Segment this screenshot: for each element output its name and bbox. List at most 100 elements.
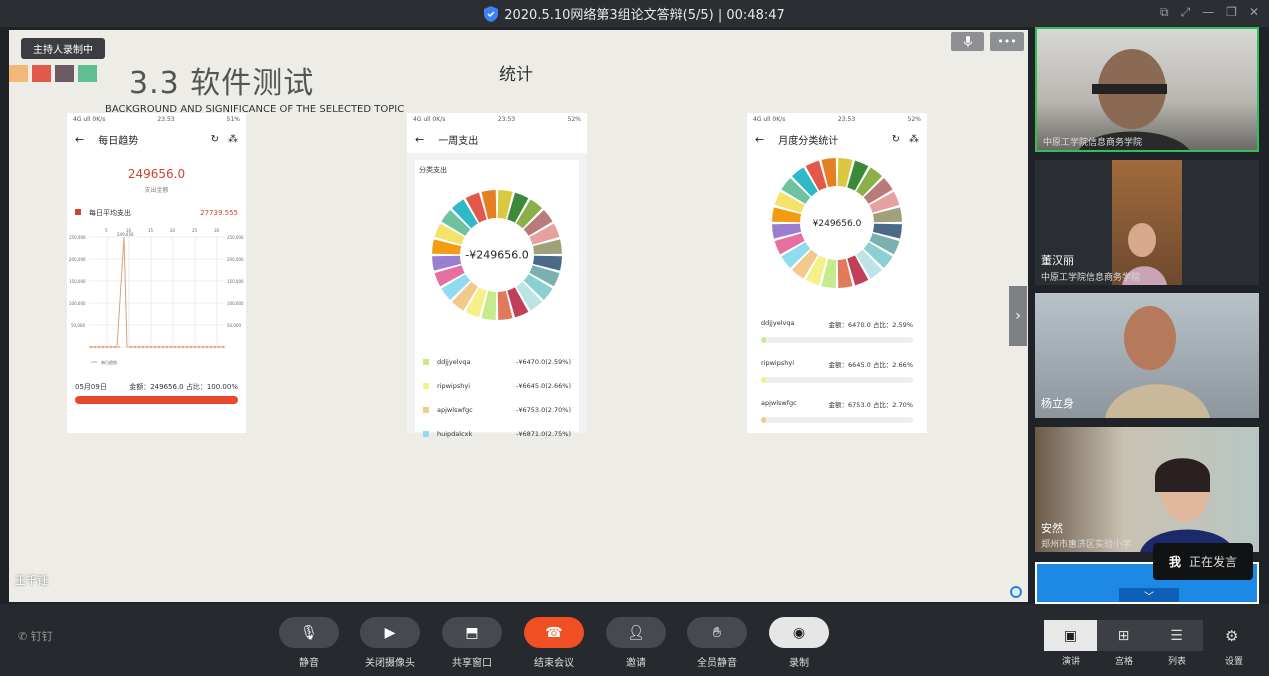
category-card: 分类支出 -¥249656.0 ddjjyelvqa -¥6470.0(2.59%… [415, 160, 579, 438]
status-battery: 51% [226, 116, 240, 123]
brand-name: 钉钉 [30, 630, 53, 643]
category-bar [761, 337, 913, 343]
trend-chart: 5 10 15 20 25 30 250,000200,000150,000100,000… [69, 228, 244, 365]
mute-all-icon: ✋︎ [713, 624, 721, 641]
app-title: 月度分类统计 [778, 136, 839, 147]
speaking-indicator: 我正在发言 [1153, 543, 1253, 580]
record-button[interactable]: ◉ 录制 [769, 617, 829, 669]
share-window-button[interactable]: ⬒ 共享窗口 [442, 617, 502, 669]
restore-icon[interactable]: ❐ [1226, 5, 1237, 20]
grid-view-icon: ⊞ [1117, 627, 1130, 644]
speaker-view-label: 演讲 [1062, 657, 1081, 667]
category-row: ripwipshyi 金额：6645.0 占比：2.66% [747, 357, 927, 397]
speaker-view-button[interactable]: ▣ [1044, 620, 1097, 651]
participant-tile[interactable]: 杨立身 [1035, 293, 1259, 418]
donut-center-label: -¥249656.0 [465, 249, 528, 262]
legend-swatch [423, 407, 429, 413]
legend-name: ddjjyelvqa [437, 358, 471, 366]
speaker-name: 我 [1168, 555, 1181, 569]
back-arrow-icon: ← [415, 133, 425, 146]
mute-button[interactable]: 🎙︎ 静音 [279, 617, 339, 669]
participant-video [1140, 458, 1235, 552]
status-time: 23:53 [497, 116, 516, 123]
mute-all-button[interactable]: ✋︎ 全员静音 [687, 617, 747, 669]
donut-chart: -¥249656.0 [432, 190, 562, 320]
grid-view-button[interactable]: ⊞ [1097, 620, 1150, 651]
shield-icon [484, 5, 499, 22]
legend-value: -¥6871.0(2.75%) [516, 430, 571, 438]
participant-tile[interactable]: 董汉丽 中原工学院信息商务学院 [1035, 160, 1259, 285]
record-icon: ◉ [792, 624, 806, 641]
stage-mic-button[interactable] [951, 32, 984, 51]
participant-tile[interactable]: 中原工学院信息商务学院 [1035, 27, 1259, 152]
legend-swatch [423, 431, 429, 437]
mute-all-label: 全员静音 [697, 658, 737, 669]
popout-icon[interactable]: ⧉ [1160, 5, 1169, 20]
fullscreen-icon[interactable]: ⤢ [1181, 5, 1191, 20]
close-icon[interactable]: ✕ [1249, 5, 1259, 20]
participant-figure [1122, 223, 1167, 285]
category-list: ddjjyelvqa 金额：6470.0 占比：2.59% ripwipshyi 金… [747, 317, 927, 437]
chat-icon[interactable] [1010, 586, 1022, 598]
status-time: 23:53 [157, 116, 175, 123]
app-bar: ← 每日趋势 ↻ ⁂ [67, 126, 246, 153]
settings-icon[interactable]: ⚙ [1225, 627, 1238, 645]
refresh-icon: ↻ [210, 134, 219, 145]
swatch-4 [78, 65, 97, 82]
app-title: 一周支出 [438, 136, 479, 147]
legend-value: -¥6753.0(2.70%) [516, 406, 571, 414]
minimize-icon[interactable]: — [1202, 5, 1214, 20]
bubbles-icon: ⁂ [228, 134, 238, 145]
legend-item: huipdalcxk -¥6871.0(2.75%) [415, 422, 579, 446]
category-name: apjwlswfgc [761, 399, 797, 407]
svg-text:100,000: 100,000 [69, 301, 86, 306]
end-meeting-button[interactable]: ☎︎ 结束会议 [524, 617, 584, 669]
window-title: 2020.5.10网络第3组论文答辩(5/5) | 00:48:47 [504, 8, 785, 23]
phone-status-bar: 4G ull 0K/s 23:53 52% [407, 113, 587, 126]
progress-bar [75, 396, 238, 404]
back-arrow-icon: ← [755, 133, 765, 146]
participant-tile[interactable]: 安然 郑州市惠济区实验小学 [1035, 427, 1259, 552]
participant-name: 安然 [1041, 522, 1063, 535]
app-bar: ← 月度分类统计 ↻ ⁂ [747, 126, 927, 153]
brand-logo: ✆ 钉钉 [18, 630, 53, 643]
mute-label: 静音 [299, 658, 319, 669]
legend-value: -¥6470.0(2.59%) [516, 358, 571, 366]
category-bar [761, 377, 913, 383]
svg-text:200,000: 200,000 [227, 257, 244, 262]
phone-status-bar: 4G ull 0K/s 23:53 52% [747, 113, 927, 126]
total-label: 支出金额 [144, 187, 169, 194]
collapse-chevron-icon[interactable]: ﹀ [1119, 588, 1179, 602]
swatch-3 [55, 65, 74, 82]
end-label: 结束会议 [534, 658, 574, 669]
stage-more-button[interactable]: ••• [990, 32, 1024, 51]
invite-button[interactable]: 👤︎ 邀请 [606, 617, 666, 669]
share-label: 共享窗口 [452, 658, 492, 669]
list-view-icon: ☰ [1170, 627, 1183, 644]
bubbles-icon: ⁂ [909, 134, 919, 145]
category-bar-fill [761, 417, 766, 423]
phone-daily-trend: 4G ull 0K/s 23:53 51% ← 每日趋势 ↻ ⁂ 249656.0 支出金… [67, 113, 246, 433]
legend-list: ddjjyelvqa -¥6470.0(2.59%) ripwipshyi -¥66… [415, 350, 579, 446]
list-view-button[interactable]: ☰ [1150, 620, 1203, 651]
app-bar: ← 一周支出 [407, 126, 587, 153]
next-page-arrow[interactable]: › [1009, 286, 1027, 346]
participant-name: 杨立身 [1041, 397, 1074, 410]
card-title: 分类支出 [419, 166, 447, 174]
status-network: 4G ull 0K/s [73, 116, 106, 123]
share-icon: ⬒ [465, 624, 479, 641]
svg-text:250,000: 250,000 [69, 235, 86, 240]
legend-name: ripwipshyi [437, 382, 471, 390]
invite-label: 邀请 [626, 658, 646, 669]
legend-item: apjwlswfgc -¥6753.0(2.70%) [415, 398, 579, 422]
camera-icon: ▶︎ [384, 624, 396, 641]
shared-screen: 主持人录制中 3.3 软件测试 BACKGROUND AND SIGNIFICA… [9, 30, 1028, 602]
list-view-label: 列表 [1168, 657, 1187, 667]
speaker-view-icon: ▣ [1063, 627, 1078, 644]
participant-name: 董汉丽 [1041, 254, 1074, 267]
camera-button[interactable]: ▶︎ 关闭摄像头 [360, 617, 420, 669]
category-row: apjwlswfgc 金额：6753.0 占比：2.70% [747, 397, 927, 437]
svg-text:每日趋势: 每日趋势 [101, 359, 117, 365]
status-network: 4G ull 0K/s [753, 116, 786, 123]
record-label: 录制 [789, 658, 809, 669]
